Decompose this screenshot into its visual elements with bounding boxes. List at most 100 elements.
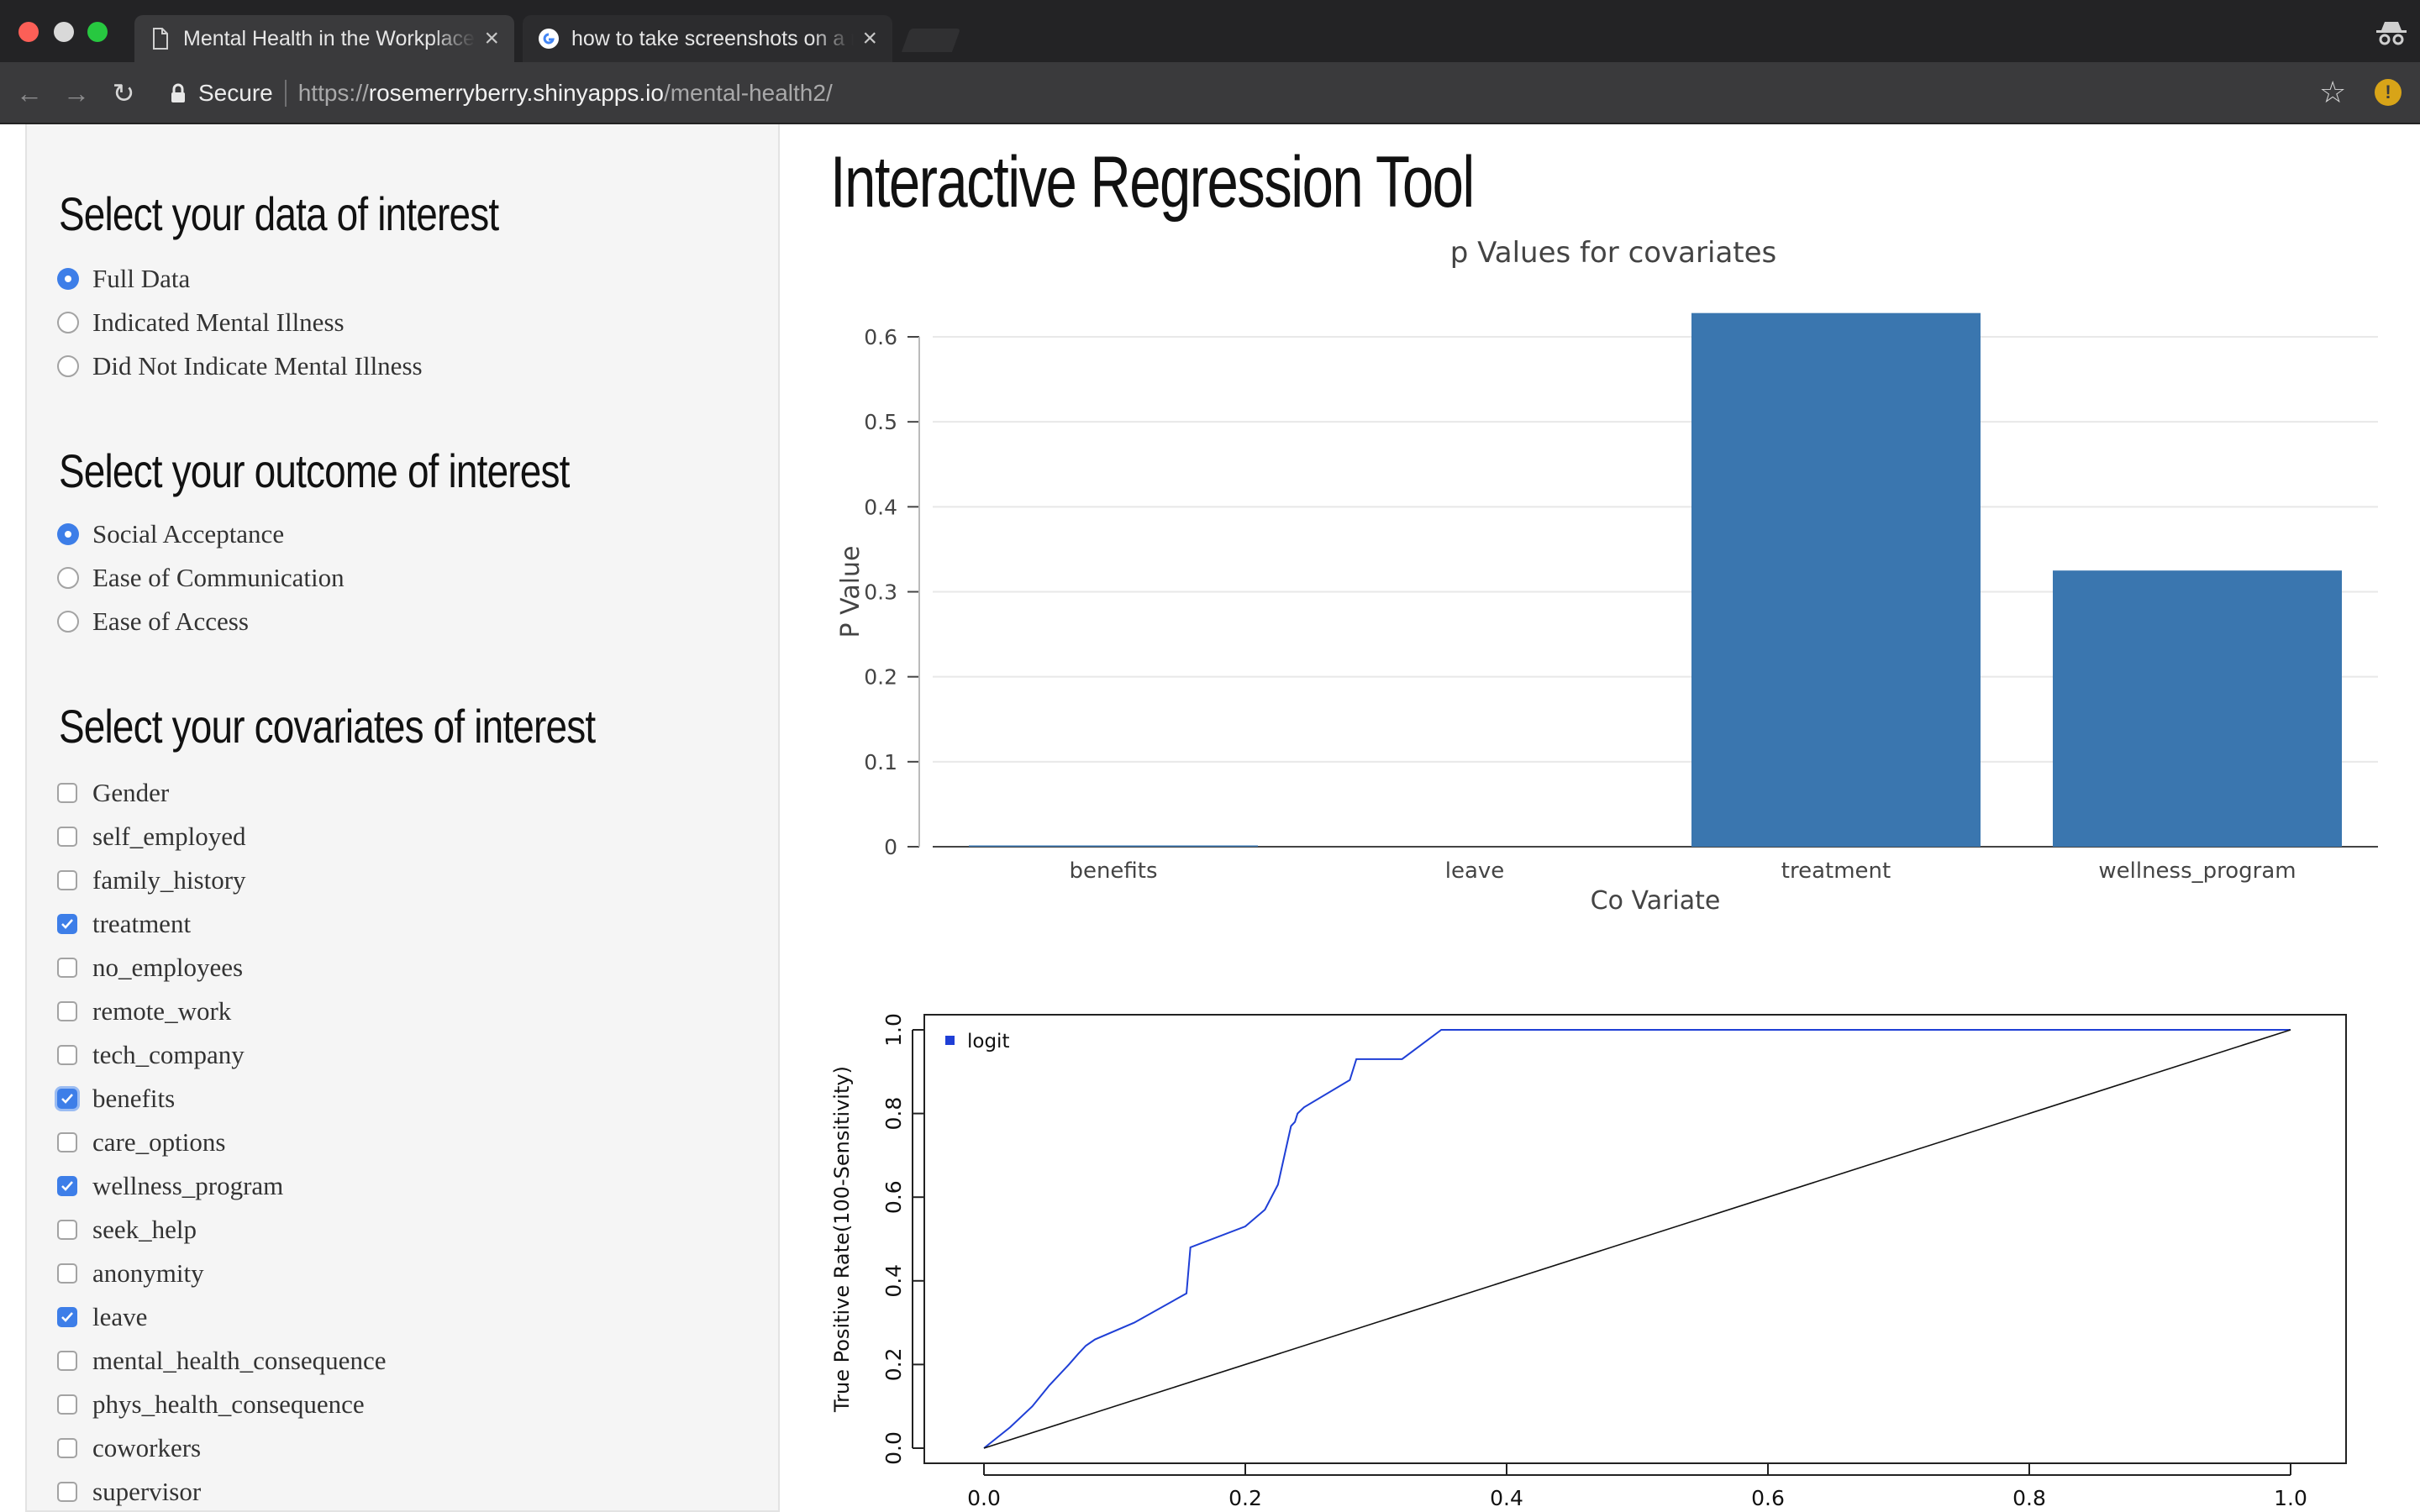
covariate-option[interactable]: tech_company: [57, 1038, 245, 1072]
checkbox[interactable]: [57, 1176, 77, 1196]
radio-button[interactable]: [57, 567, 79, 589]
checkbox[interactable]: [57, 958, 77, 978]
covariate-option[interactable]: family_history: [57, 864, 246, 897]
bookmark-star-icon[interactable]: ☆: [2319, 76, 2346, 109]
address-separator: [284, 80, 287, 107]
checkbox[interactable]: [57, 1351, 77, 1371]
tab-title: how to take screenshots on a mac: [571, 26, 854, 50]
bar-benefits: [969, 845, 1258, 847]
covariates-section-title: Select your covariates of interest: [59, 700, 596, 753]
option-label[interactable]: Full Data: [92, 264, 190, 294]
option-label[interactable]: family_history: [92, 865, 246, 895]
option-label[interactable]: self_employed: [92, 822, 246, 852]
forward-arrow-icon[interactable]: →: [62, 79, 91, 108]
close-tab-icon[interactable]: ×: [484, 26, 499, 51]
y-tick-label: 0.0: [881, 1431, 906, 1465]
option-label[interactable]: care_options: [92, 1127, 225, 1158]
covariate-option[interactable]: supervisor: [57, 1475, 201, 1509]
outcome-option[interactable]: Ease of Communication: [57, 561, 345, 595]
option-label[interactable]: wellness_program: [92, 1171, 283, 1201]
covariate-option[interactable]: leave: [57, 1300, 147, 1334]
covariate-option[interactable]: remote_work: [57, 995, 231, 1028]
option-label[interactable]: benefits: [92, 1084, 175, 1114]
checkbox[interactable]: [57, 1482, 77, 1502]
maximize-window-button[interactable]: [87, 22, 108, 42]
tab-screenshots[interactable]: how to take screenshots on a mac ×: [523, 15, 892, 62]
checkbox[interactable]: [57, 1307, 77, 1327]
option-label[interactable]: coworkers: [92, 1433, 201, 1463]
outcome-option[interactable]: Social Acceptance: [57, 517, 284, 551]
covariate-option[interactable]: anonymity: [57, 1257, 204, 1290]
back-arrow-icon[interactable]: ←: [15, 79, 44, 108]
data-section-title: Select your data of interest: [59, 187, 499, 240]
extension-alert-icon[interactable]: !: [2375, 79, 2402, 106]
checkbox[interactable]: [57, 870, 77, 890]
outcome-section-title: Select your outcome of interest: [59, 444, 570, 497]
option-label[interactable]: no_employees: [92, 953, 243, 983]
outcome-option[interactable]: Ease of Access: [57, 605, 249, 638]
address-bar[interactable]: Secure https:// rosemerryberry.shinyapps…: [158, 71, 2339, 116]
roc-curve-chart: 0.0 0.2 0.4 0.6 0.8 1.0 0.0 0.2 0.4 0.6 0.8 1.0 True…: [830, 1013, 2347, 1510]
option-label[interactable]: mental_health_consequence: [92, 1346, 386, 1376]
covariate-option[interactable]: no_employees: [57, 951, 243, 984]
close-window-button[interactable]: [18, 22, 39, 42]
option-label[interactable]: tech_company: [92, 1040, 245, 1070]
covariate-option[interactable]: wellness_program: [57, 1169, 283, 1203]
data-option[interactable]: Indicated Mental Illness: [57, 306, 345, 339]
checkbox[interactable]: [57, 1263, 77, 1284]
data-option[interactable]: Full Data: [57, 262, 190, 296]
url-host: rosemerryberry.shinyapps.io: [368, 80, 664, 106]
option-label[interactable]: Ease of Access: [92, 606, 249, 637]
covariate-option[interactable]: phys_health_consequence: [57, 1388, 365, 1421]
option-label[interactable]: Gender: [92, 778, 169, 808]
covariate-option[interactable]: treatment: [57, 907, 191, 941]
x-tick-label: 0.4: [1490, 1486, 1523, 1510]
option-label[interactable]: anonymity: [92, 1258, 204, 1289]
data-option[interactable]: Did Not Indicate Mental Illness: [57, 349, 423, 383]
x-tick-label: 1.0: [2274, 1486, 2307, 1510]
x-tick-label: treatment: [1781, 858, 1891, 884]
option-label[interactable]: seek_help: [92, 1215, 197, 1245]
covariate-option[interactable]: mental_health_consequence: [57, 1344, 386, 1378]
option-label[interactable]: remote_work: [92, 996, 231, 1026]
covariate-option[interactable]: Gender: [57, 776, 169, 810]
covariate-option[interactable]: benefits: [57, 1082, 175, 1116]
reload-icon[interactable]: ↻: [109, 79, 138, 108]
tab-mental-health[interactable]: Mental Health in the Workplace ×: [134, 15, 514, 62]
covariate-option[interactable]: coworkers: [57, 1431, 201, 1465]
option-label[interactable]: supervisor: [92, 1477, 201, 1507]
option-label[interactable]: Ease of Communication: [92, 563, 345, 593]
checkbox[interactable]: [57, 1132, 77, 1152]
radio-button[interactable]: [57, 355, 79, 377]
option-label[interactable]: Social Acceptance: [92, 519, 284, 549]
checkbox[interactable]: [57, 1001, 77, 1021]
radio-button[interactable]: [57, 312, 79, 333]
option-label[interactable]: treatment: [92, 909, 191, 939]
legend-label: logit: [967, 1031, 1009, 1053]
radio-button[interactable]: [57, 611, 79, 633]
minimize-window-button[interactable]: [54, 22, 74, 42]
radio-button[interactable]: [57, 523, 79, 545]
checkbox[interactable]: [57, 914, 77, 934]
checkbox[interactable]: [57, 1438, 77, 1458]
covariate-option[interactable]: seek_help: [57, 1213, 197, 1247]
x-tick-label: 0.2: [1228, 1486, 1262, 1510]
radio-button[interactable]: [57, 268, 79, 290]
checkbox[interactable]: [57, 1045, 77, 1065]
checkbox[interactable]: [57, 827, 77, 847]
option-label[interactable]: leave: [92, 1302, 147, 1332]
checkbox[interactable]: [57, 1089, 77, 1109]
new-tab-button[interactable]: [901, 29, 961, 52]
y-tick-label: 0.6: [881, 1180, 906, 1214]
covariate-option[interactable]: self_employed: [57, 820, 246, 853]
close-tab-icon[interactable]: ×: [862, 26, 877, 51]
option-label[interactable]: Indicated Mental Illness: [92, 307, 345, 338]
checkbox[interactable]: [57, 783, 77, 803]
checkbox[interactable]: [57, 1394, 77, 1415]
option-label[interactable]: Did Not Indicate Mental Illness: [92, 351, 423, 381]
covariate-option[interactable]: care_options: [57, 1126, 225, 1159]
checkbox[interactable]: [57, 1220, 77, 1240]
option-label[interactable]: phys_health_consequence: [92, 1389, 365, 1420]
x-axis-label: Co Variate: [1591, 886, 1721, 916]
x-tick-label: 0.8: [2012, 1486, 2046, 1510]
